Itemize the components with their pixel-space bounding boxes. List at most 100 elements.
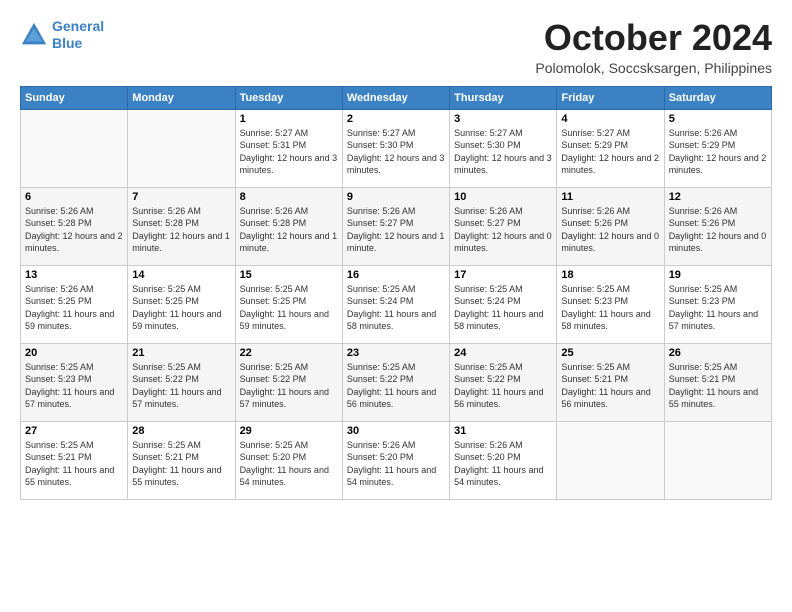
table-cell: 3Sunrise: 5:27 AM Sunset: 5:30 PM Daylig… (450, 109, 557, 187)
calendar-header-row: Sunday Monday Tuesday Wednesday Thursday… (21, 86, 772, 109)
day-detail: Sunrise: 5:25 AM Sunset: 5:22 PM Dayligh… (347, 361, 445, 411)
day-number: 17 (454, 269, 552, 281)
table-cell: 31 Sunrise: 5:26 AM Sunset: 5:20 PM Dayli… (450, 421, 557, 499)
day-number: 25 (561, 347, 659, 359)
table-cell: 2Sunrise: 5:27 AM Sunset: 5:30 PM Daylig… (342, 109, 449, 187)
day-detail: Sunrise: 5:25 AM Sunset: 5:22 PM Dayligh… (132, 361, 230, 411)
day-detail: Sunrise: 5:26 AM Sunset: 5:26 PM Dayligh… (561, 205, 659, 255)
col-thursday: Thursday (450, 86, 557, 109)
day-number: 28 (132, 425, 230, 437)
table-cell: 23 Sunrise: 5:25 AM Sunset: 5:22 PM Dayli… (342, 343, 449, 421)
day-number: 31 (454, 425, 552, 437)
table-cell: 22 Sunrise: 5:25 AM Sunset: 5:22 PM Dayli… (235, 343, 342, 421)
table-cell: 12 Sunrise: 5:26 AM Sunset: 5:26 PM Dayli… (664, 187, 771, 265)
table-cell: 8 Sunrise: 5:26 AM Sunset: 5:28 PM Daylig… (235, 187, 342, 265)
table-cell: 6 Sunrise: 5:26 AM Sunset: 5:28 PM Daylig… (21, 187, 128, 265)
day-number: 18 (561, 269, 659, 281)
day-number: 9 (347, 191, 445, 203)
table-cell (557, 421, 664, 499)
day-number: 27 (25, 425, 123, 437)
col-saturday: Saturday (664, 86, 771, 109)
day-detail: Sunrise: 5:25 AM Sunset: 5:23 PM Dayligh… (669, 283, 767, 333)
day-number: 20 (25, 347, 123, 359)
page: General Blue October 2024 Polomolok, Soc… (0, 0, 792, 510)
table-cell: 5 Sunrise: 5:26 AM Sunset: 5:29 PM Daylig… (664, 109, 771, 187)
day-detail: Sunrise: 5:26 AM Sunset: 5:27 PM Dayligh… (347, 205, 445, 255)
table-cell: 26 Sunrise: 5:25 AM Sunset: 5:21 PM Dayli… (664, 343, 771, 421)
day-detail: Sunrise: 5:26 AM Sunset: 5:27 PM Dayligh… (454, 205, 552, 255)
day-number: 30 (347, 425, 445, 437)
day-number: 16 (347, 269, 445, 281)
table-cell: 9 Sunrise: 5:26 AM Sunset: 5:27 PM Daylig… (342, 187, 449, 265)
col-monday: Monday (128, 86, 235, 109)
day-number: 29 (240, 425, 338, 437)
table-cell: 1Sunrise: 5:27 AM Sunset: 5:31 PM Daylig… (235, 109, 342, 187)
table-cell: 19Sunrise: 5:25 AM Sunset: 5:23 PM Dayli… (664, 265, 771, 343)
day-detail: Sunrise: 5:27 AM Sunset: 5:30 PM Dayligh… (347, 127, 445, 177)
day-detail: Sunrise: 5:26 AM Sunset: 5:26 PM Dayligh… (669, 205, 767, 255)
table-cell (21, 109, 128, 187)
day-number: 13 (25, 269, 123, 281)
table-cell: 16Sunrise: 5:25 AM Sunset: 5:24 PM Dayli… (342, 265, 449, 343)
day-number: 26 (669, 347, 767, 359)
day-detail: Sunrise: 5:26 AM Sunset: 5:25 PM Dayligh… (25, 283, 123, 333)
day-number: 14 (132, 269, 230, 281)
day-detail: Sunrise: 5:26 AM Sunset: 5:29 PM Dayligh… (669, 127, 767, 177)
col-sunday: Sunday (21, 86, 128, 109)
table-cell: 18 Sunrise: 5:25 AM Sunset: 5:23 PM Dayli… (557, 265, 664, 343)
col-friday: Friday (557, 86, 664, 109)
day-detail: Sunrise: 5:25 AM Sunset: 5:22 PM Dayligh… (240, 361, 338, 411)
day-number: 15 (240, 269, 338, 281)
day-detail: Sunrise: 5:25 AM Sunset: 5:20 PM Dayligh… (240, 439, 338, 489)
table-cell: 25 Sunrise: 5:25 AM Sunset: 5:21 PM Dayli… (557, 343, 664, 421)
month-title: October 2024 (535, 18, 772, 58)
table-cell: 24 Sunrise: 5:25 AM Sunset: 5:22 PM Dayli… (450, 343, 557, 421)
day-detail: Sunrise: 5:26 AM Sunset: 5:28 PM Dayligh… (132, 205, 230, 255)
day-detail: Sunrise: 5:25 AM Sunset: 5:25 PM Dayligh… (132, 283, 230, 333)
table-cell: 15 Sunrise: 5:25 AM Sunset: 5:25 PM Dayli… (235, 265, 342, 343)
logo: General Blue (20, 18, 104, 52)
table-cell: 27Sunrise: 5:25 AM Sunset: 5:21 PM Dayli… (21, 421, 128, 499)
day-detail: Sunrise: 5:27 AM Sunset: 5:30 PM Dayligh… (454, 127, 552, 177)
table-cell: 4 Sunrise: 5:27 AM Sunset: 5:29 PM Daylig… (557, 109, 664, 187)
table-cell: 21Sunrise: 5:25 AM Sunset: 5:22 PM Dayli… (128, 343, 235, 421)
day-detail: Sunrise: 5:25 AM Sunset: 5:23 PM Dayligh… (25, 361, 123, 411)
day-detail: Sunrise: 5:25 AM Sunset: 5:24 PM Dayligh… (454, 283, 552, 333)
day-number: 4 (561, 113, 659, 125)
table-cell: 28Sunrise: 5:25 AM Sunset: 5:21 PM Dayli… (128, 421, 235, 499)
table-cell: 30 Sunrise: 5:26 AM Sunset: 5:20 PM Dayli… (342, 421, 449, 499)
day-detail: Sunrise: 5:26 AM Sunset: 5:28 PM Dayligh… (25, 205, 123, 255)
logo-general: General (52, 18, 104, 34)
col-wednesday: Wednesday (342, 86, 449, 109)
table-cell: 10 Sunrise: 5:26 AM Sunset: 5:27 PM Dayli… (450, 187, 557, 265)
table-cell: 13 Sunrise: 5:26 AM Sunset: 5:25 PM Dayli… (21, 265, 128, 343)
day-detail: Sunrise: 5:25 AM Sunset: 5:22 PM Dayligh… (454, 361, 552, 411)
day-detail: Sunrise: 5:26 AM Sunset: 5:20 PM Dayligh… (347, 439, 445, 489)
day-detail: Sunrise: 5:26 AM Sunset: 5:28 PM Dayligh… (240, 205, 338, 255)
day-number: 5 (669, 113, 767, 125)
day-number: 10 (454, 191, 552, 203)
day-detail: Sunrise: 5:27 AM Sunset: 5:29 PM Dayligh… (561, 127, 659, 177)
title-block: October 2024 Polomolok, Soccsksargen, Ph… (535, 18, 772, 76)
table-cell: 29 Sunrise: 5:25 AM Sunset: 5:20 PM Dayli… (235, 421, 342, 499)
table-cell: 11 Sunrise: 5:26 AM Sunset: 5:26 PM Dayli… (557, 187, 664, 265)
table-cell (128, 109, 235, 187)
table-cell: 14 Sunrise: 5:25 AM Sunset: 5:25 PM Dayli… (128, 265, 235, 343)
location: Polomolok, Soccsksargen, Philippines (535, 60, 772, 76)
day-number: 22 (240, 347, 338, 359)
day-number: 24 (454, 347, 552, 359)
day-detail: Sunrise: 5:25 AM Sunset: 5:21 PM Dayligh… (561, 361, 659, 411)
day-number: 23 (347, 347, 445, 359)
day-number: 12 (669, 191, 767, 203)
day-number: 11 (561, 191, 659, 203)
logo-icon (20, 21, 48, 49)
day-detail: Sunrise: 5:25 AM Sunset: 5:25 PM Dayligh… (240, 283, 338, 333)
day-detail: Sunrise: 5:25 AM Sunset: 5:23 PM Dayligh… (561, 283, 659, 333)
day-number: 6 (25, 191, 123, 203)
calendar: Sunday Monday Tuesday Wednesday Thursday… (20, 86, 772, 500)
table-cell: 20 Sunrise: 5:25 AM Sunset: 5:23 PM Dayli… (21, 343, 128, 421)
day-detail: Sunrise: 5:26 AM Sunset: 5:20 PM Dayligh… (454, 439, 552, 489)
day-detail: Sunrise: 5:25 AM Sunset: 5:21 PM Dayligh… (669, 361, 767, 411)
table-cell: 17 Sunrise: 5:25 AM Sunset: 5:24 PM Dayli… (450, 265, 557, 343)
day-number: 8 (240, 191, 338, 203)
